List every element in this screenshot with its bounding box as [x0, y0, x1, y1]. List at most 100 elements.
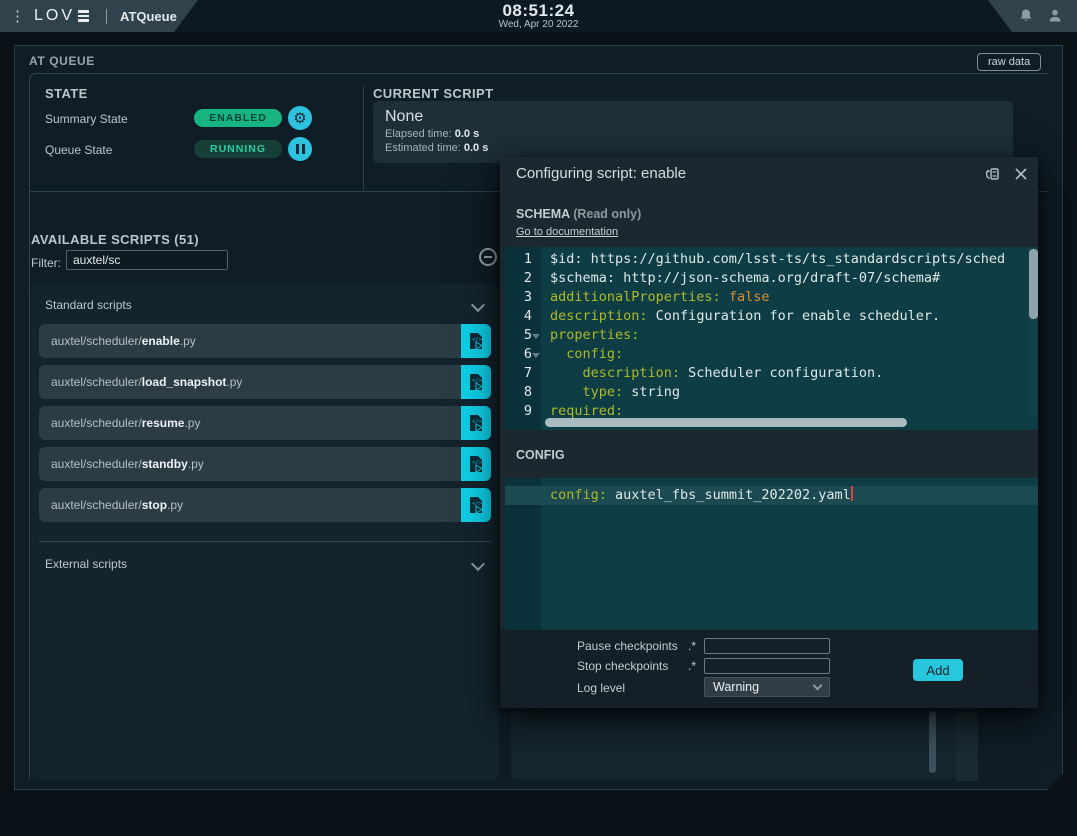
launch-script-button[interactable]: </> — [461, 447, 491, 481]
line-number: 5 — [505, 326, 541, 345]
schema-editor-hscrollbar[interactable] — [545, 418, 907, 427]
available-scripts-heading: AVAILABLE SCRIPTS (51) — [31, 232, 199, 247]
chevron-down-icon[interactable] — [471, 557, 485, 571]
pause-icon — [296, 144, 299, 154]
line-number: 8 — [505, 383, 541, 402]
log-level-select[interactable]: Warning — [704, 677, 830, 697]
script-launch-icon: </> — [468, 496, 484, 514]
schema-editor-gutter: 123456789 — [505, 247, 541, 430]
standard-scripts-header[interactable]: Standard scripts — [45, 298, 132, 312]
line-number: 6 — [505, 345, 541, 364]
line-number: 3 — [505, 288, 541, 307]
line-number: 9 — [505, 402, 541, 421]
line-number: 4 — [505, 307, 541, 326]
gear-icon: ⚙ — [293, 111, 306, 126]
config-editor[interactable]: 1 config: auxtel_fbs_summit_202202.yaml — [505, 478, 1038, 630]
panel-title: AT QUEUE — [29, 54, 95, 68]
schema-editor[interactable]: 123456789 $id: https://github.com/lsst-t… — [505, 247, 1038, 430]
summary-state-badge: ENABLED — [194, 109, 282, 127]
state-divider — [363, 86, 364, 190]
elapsed-time-label: Elapsed time: — [385, 128, 452, 140]
user-account-icon[interactable] — [1047, 8, 1063, 24]
queue-state-badge: RUNNING — [194, 140, 282, 158]
standard-scripts-list: auxtel/scheduler/enable.py</>auxtel/sche… — [39, 324, 491, 529]
modal-title: Configuring script: enable — [516, 165, 686, 182]
queue-scrollbar[interactable] — [929, 711, 936, 773]
script-row[interactable]: auxtel/scheduler/enable.py </> — [39, 324, 491, 358]
svg-text:</>: </> — [472, 419, 483, 425]
clock-time: 08:51:24 — [0, 1, 1077, 21]
script-row[interactable]: auxtel/scheduler/resume.py </> — [39, 406, 491, 440]
code-line: properties: — [541, 326, 1038, 345]
script-path: auxtel/scheduler/load_snapshot.py — [39, 365, 461, 399]
external-scripts-header[interactable]: External scripts — [45, 557, 127, 571]
config-heading: CONFIG — [516, 448, 565, 462]
top-bar: ⋮ LOV ATQueue 08:51:24 Wed, Apr 20 2022 — [0, 0, 1077, 32]
documentation-link[interactable]: Go to documentation — [516, 226, 618, 238]
estimated-time-label: Estimated time: — [385, 142, 461, 154]
chevron-down-icon[interactable] — [471, 298, 485, 312]
script-launch-icon: </> — [468, 414, 484, 432]
summary-state-settings-button[interactable]: ⚙ — [288, 106, 312, 130]
schema-editor-vscrollbar[interactable] — [1029, 249, 1038, 319]
group-divider — [39, 541, 491, 542]
clock: 08:51:24 Wed, Apr 20 2022 — [0, 1, 1077, 30]
script-launch-icon: </> — [468, 455, 484, 473]
queue-side-strip — [956, 701, 978, 781]
estimated-time-value: 0.0 s — [464, 142, 488, 154]
text-cursor — [851, 486, 853, 501]
copy-config-icon[interactable] — [984, 165, 1002, 183]
script-path: auxtel/scheduler/stop.py — [39, 488, 461, 522]
schema-readonly-note: (Read only) — [573, 207, 641, 221]
current-script-heading: CURRENT SCRIPT — [373, 86, 493, 101]
clock-date: Wed, Apr 20 2022 — [0, 19, 1077, 30]
summary-state-label: Summary State — [45, 112, 128, 126]
line-number: 1 — [505, 250, 541, 269]
svg-text:</>: </> — [472, 337, 483, 343]
launch-script-button[interactable]: </> — [461, 324, 491, 358]
current-script-card: None Elapsed time: 0.0 s Estimated time:… — [373, 101, 1013, 163]
pause-checkpoints-input[interactable] — [704, 638, 830, 654]
code-line: $schema: http://json-schema.org/draft-07… — [541, 269, 1038, 288]
code-line: config: auxtel_fbs_summit_202202.yaml — [505, 486, 1038, 505]
pause-queue-button[interactable] — [288, 137, 312, 161]
filter-input[interactable] — [66, 250, 228, 270]
raw-data-button[interactable]: raw data — [977, 53, 1041, 71]
log-level-value: Warning — [713, 680, 759, 694]
script-row[interactable]: auxtel/scheduler/standby.py </> — [39, 447, 491, 481]
collapse-minus-icon[interactable] — [479, 248, 497, 266]
log-level-label: Log level — [577, 681, 625, 695]
scripts-list-container: Standard scripts auxtel/scheduler/enable… — [31, 284, 499, 779]
script-launch-icon: </> — [468, 332, 484, 350]
stop-checkpoints-label: Stop checkpoints — [577, 659, 668, 673]
atqueue-screen: ⋮ LOV ATQueue 08:51:24 Wed, Apr 20 2022 … — [0, 0, 1077, 836]
chevron-down-icon — [813, 681, 823, 691]
modal-footer: Pause checkpoints .* Stop checkpoints .*… — [500, 630, 1038, 708]
current-script-name: None — [385, 108, 1001, 126]
svg-text:</>: </> — [472, 501, 483, 507]
launch-script-button[interactable]: </> — [461, 488, 491, 522]
code-line: description: Configuration for enable sc… — [541, 307, 1038, 326]
add-script-button[interactable]: Add — [913, 659, 963, 681]
pause-checkpoints-label: Pause checkpoints — [577, 639, 678, 653]
elapsed-time-value: 0.0 s — [455, 128, 479, 140]
notifications-bell-icon[interactable] — [1018, 8, 1034, 24]
script-path: auxtel/scheduler/standby.py — [39, 447, 461, 481]
schema-title: SCHEMA — [516, 207, 570, 221]
filter-label: Filter: — [31, 256, 61, 270]
code-line: config: — [541, 345, 1038, 364]
script-row[interactable]: auxtel/scheduler/stop.py </> — [39, 488, 491, 522]
code-line: additionalProperties: false — [541, 288, 1038, 307]
script-launch-icon: </> — [468, 373, 484, 391]
script-path: auxtel/scheduler/enable.py — [39, 324, 461, 358]
close-icon[interactable] — [1012, 165, 1030, 183]
queue-list-container — [511, 707, 959, 779]
code-line: description: Scheduler configuration. — [541, 364, 1038, 383]
launch-script-button[interactable]: </> — [461, 365, 491, 399]
script-path: auxtel/scheduler/resume.py — [39, 406, 461, 440]
stop-checkpoints-input[interactable] — [704, 658, 830, 674]
script-row[interactable]: auxtel/scheduler/load_snapshot.py </> — [39, 365, 491, 399]
pause-regex-hint: .* — [688, 639, 696, 653]
launch-script-button[interactable]: </> — [461, 406, 491, 440]
svg-text:</>: </> — [472, 378, 483, 384]
